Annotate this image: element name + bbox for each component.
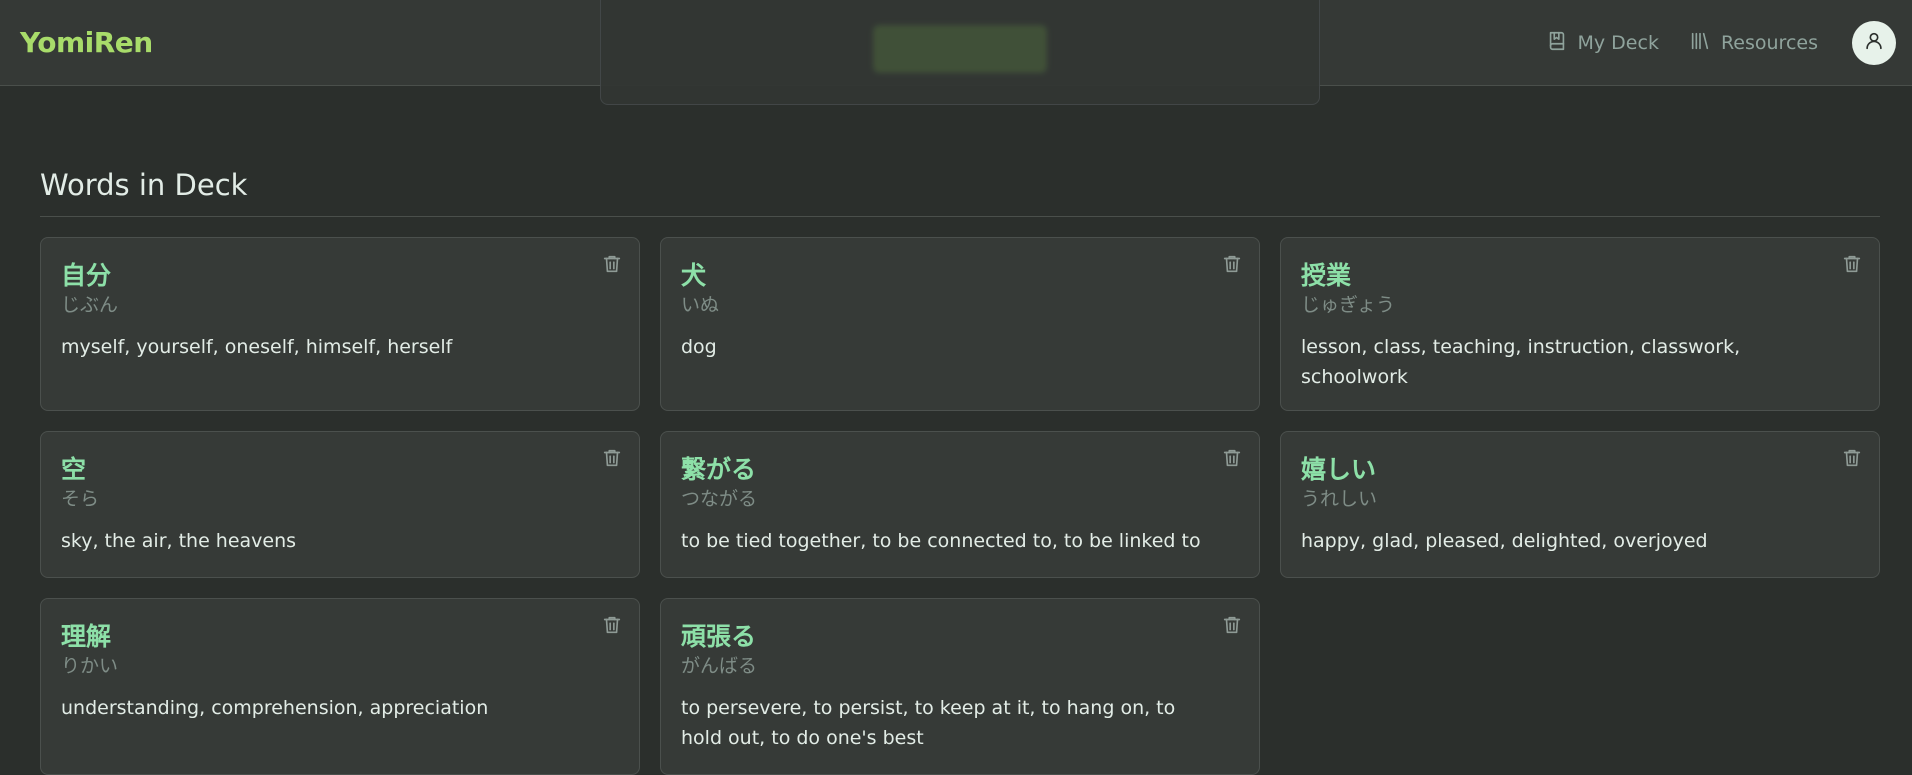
app-logo[interactable]: YomiRen xyxy=(20,26,153,59)
word-kanji: 犬 xyxy=(681,261,707,290)
trash-icon xyxy=(1221,616,1243,641)
word-reading: じゅぎょう xyxy=(1301,294,1396,316)
word-reading: うれしい xyxy=(1301,488,1378,510)
delete-word-button[interactable] xyxy=(601,252,623,276)
word-kanji: 繋がる xyxy=(681,455,757,484)
word-reading: がんばる xyxy=(681,655,758,677)
word-reading: じぶん xyxy=(61,294,119,316)
section-divider xyxy=(40,216,1880,217)
word-card: 授業 じゅぎょう lesson, class, teaching, instru… xyxy=(1280,237,1880,411)
word-kanji: 自分 xyxy=(61,261,112,290)
word-card: 嬉しい うれしい happy, glad, pleased, delighted… xyxy=(1280,431,1880,578)
word-kanji: 授業 xyxy=(1301,261,1352,290)
word-meaning: to persevere, to persist, to keep at it,… xyxy=(681,697,1176,749)
delete-word-button[interactable] xyxy=(1221,252,1243,276)
user-avatar-button[interactable] xyxy=(1852,21,1896,65)
trash-icon xyxy=(601,255,623,280)
word-card-grid: 自分 じぶん myself, yourself, oneself, himsel… xyxy=(40,237,1880,775)
obscured-action-button[interactable] xyxy=(873,25,1047,73)
nav-links: My Deck Resources xyxy=(1546,20,1896,66)
trash-icon xyxy=(1221,255,1243,280)
library-icon xyxy=(1689,30,1711,57)
trash-icon xyxy=(1221,449,1243,474)
delete-word-button[interactable] xyxy=(1221,446,1243,470)
trash-icon xyxy=(601,449,623,474)
word-card: 繋がる つながる to be tied together, to be conn… xyxy=(660,431,1260,578)
word-card: 自分 じぶん myself, yourself, oneself, himsel… xyxy=(40,237,640,411)
word-card: 理解 りかい understanding, comprehension, app… xyxy=(40,598,640,775)
word-reading: つながる xyxy=(681,488,758,510)
delete-word-button[interactable] xyxy=(1221,613,1243,637)
delete-word-button[interactable] xyxy=(1841,446,1863,470)
word-meaning: myself, yourself, oneself, himself, hers… xyxy=(61,336,453,358)
word-kanji: 理解 xyxy=(61,622,112,651)
word-meaning: sky, the air, the heavens xyxy=(61,530,297,552)
trash-icon xyxy=(1841,449,1863,474)
word-kanji: 頑張る xyxy=(681,622,757,651)
delete-word-button[interactable] xyxy=(601,446,623,470)
nav-resources-label: Resources xyxy=(1720,32,1818,54)
section-title: Words in Deck xyxy=(40,168,248,202)
delete-word-button[interactable] xyxy=(601,613,623,637)
word-meaning: understanding, comprehension, appreciati… xyxy=(61,697,489,719)
nav-my-deck-label: My Deck xyxy=(1577,32,1659,54)
word-kanji: 嬉しい xyxy=(1301,455,1377,484)
word-card: 空 そら sky, the air, the heavens xyxy=(40,431,640,578)
word-meaning: to be tied together, to be connected to,… xyxy=(681,530,1201,552)
word-kanji: 空 xyxy=(61,455,87,484)
word-meaning: lesson, class, teaching, instruction, cl… xyxy=(1301,336,1741,388)
word-reading: りかい xyxy=(61,655,119,677)
word-card: 頑張る がんばる to persevere, to persist, to ke… xyxy=(660,598,1260,775)
word-meaning: dog xyxy=(681,336,717,358)
nav-my-deck[interactable]: My Deck xyxy=(1546,30,1659,57)
previous-section-card xyxy=(600,0,1320,105)
trash-icon xyxy=(601,616,623,641)
word-reading: そら xyxy=(61,488,100,510)
word-meaning: happy, glad, pleased, delighted, overjoy… xyxy=(1301,530,1708,552)
word-card: 犬 いぬ dog xyxy=(660,237,1260,411)
user-icon xyxy=(1863,30,1885,56)
book-bookmark-icon xyxy=(1546,30,1568,57)
word-reading: いぬ xyxy=(681,294,720,316)
trash-icon xyxy=(1841,255,1863,280)
nav-resources[interactable]: Resources xyxy=(1689,30,1818,57)
delete-word-button[interactable] xyxy=(1841,252,1863,276)
